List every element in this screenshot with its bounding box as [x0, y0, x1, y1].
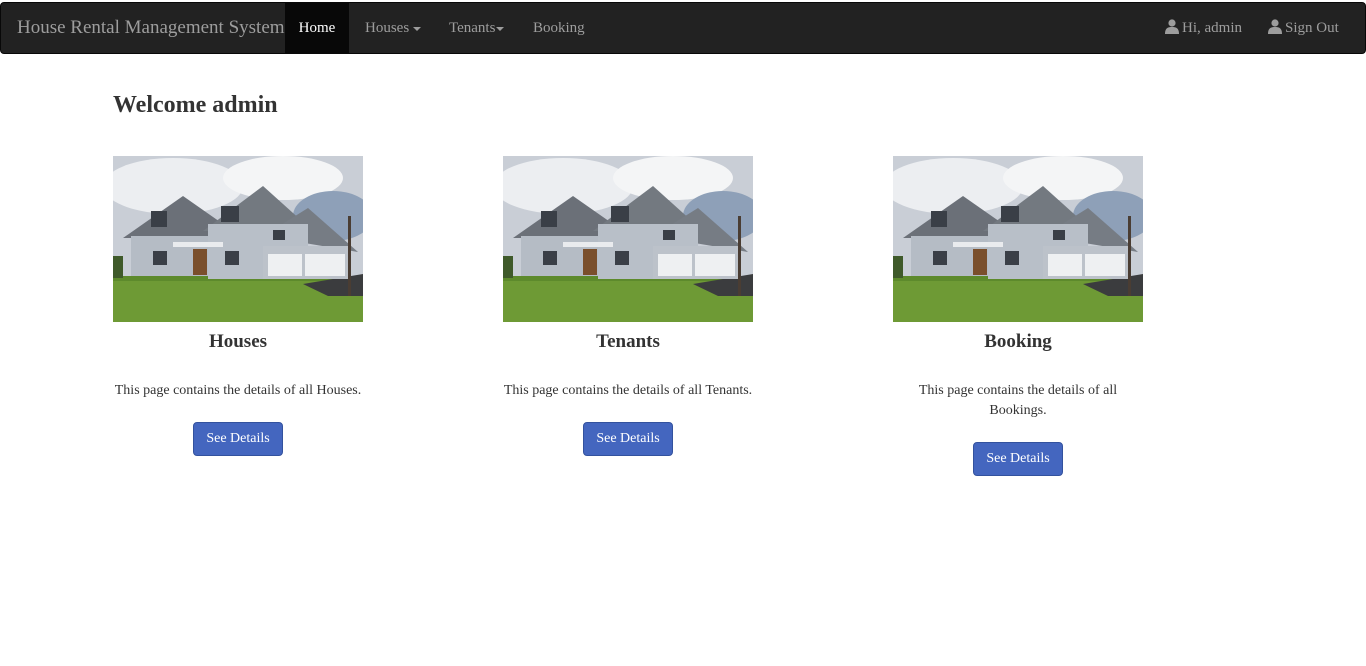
- nav-houses-label: Houses: [365, 20, 410, 36]
- caret-down-icon: [496, 26, 505, 31]
- user-icon: [1268, 19, 1282, 34]
- card-description: This page contains the details of all Ho…: [114, 383, 362, 398]
- nav-home[interactable]: Home: [285, 3, 349, 53]
- nav-user-greeting[interactable]: Hi, admin: [1165, 3, 1242, 53]
- see-details-tenants-button[interactable]: See Details: [583, 422, 673, 456]
- sign-out-label: Sign Out: [1285, 20, 1339, 36]
- see-details-booking-button[interactable]: See Details: [973, 442, 1063, 476]
- card-title: Houses: [208, 331, 268, 352]
- house-image: [113, 156, 363, 322]
- card-description: This page contains the details of all Bo…: [918, 383, 1118, 418]
- nav-houses-dropdown[interactable]: Houses: [365, 3, 422, 53]
- brand-link[interactable]: House Rental Management System: [17, 3, 285, 53]
- see-details-houses-button[interactable]: See Details: [193, 422, 283, 456]
- house-image: [503, 156, 753, 322]
- card-tenants: Tenants This page contains the details o…: [503, 156, 753, 456]
- nav-booking[interactable]: Booking: [533, 3, 585, 53]
- user-icon: [1165, 19, 1179, 34]
- sign-out-link[interactable]: Sign Out: [1268, 3, 1339, 53]
- caret-down-icon: [413, 26, 422, 31]
- card-houses: Houses This page contains the details of…: [113, 156, 363, 456]
- nav-tenants-dropdown[interactable]: Tenants: [449, 3, 505, 53]
- page-title: Welcome admin: [113, 92, 278, 118]
- card-title: Booking: [984, 331, 1052, 352]
- nav-tenants-label: Tenants: [449, 20, 496, 36]
- card-booking: Booking This page contains the details o…: [893, 156, 1143, 476]
- top-navbar: House Rental Management System Home Hous…: [0, 2, 1366, 54]
- card-title: Tenants: [596, 331, 660, 352]
- user-greeting-label: Hi, admin: [1182, 20, 1242, 36]
- house-image: [893, 156, 1143, 322]
- card-description: This page contains the details of all Te…: [503, 383, 753, 398]
